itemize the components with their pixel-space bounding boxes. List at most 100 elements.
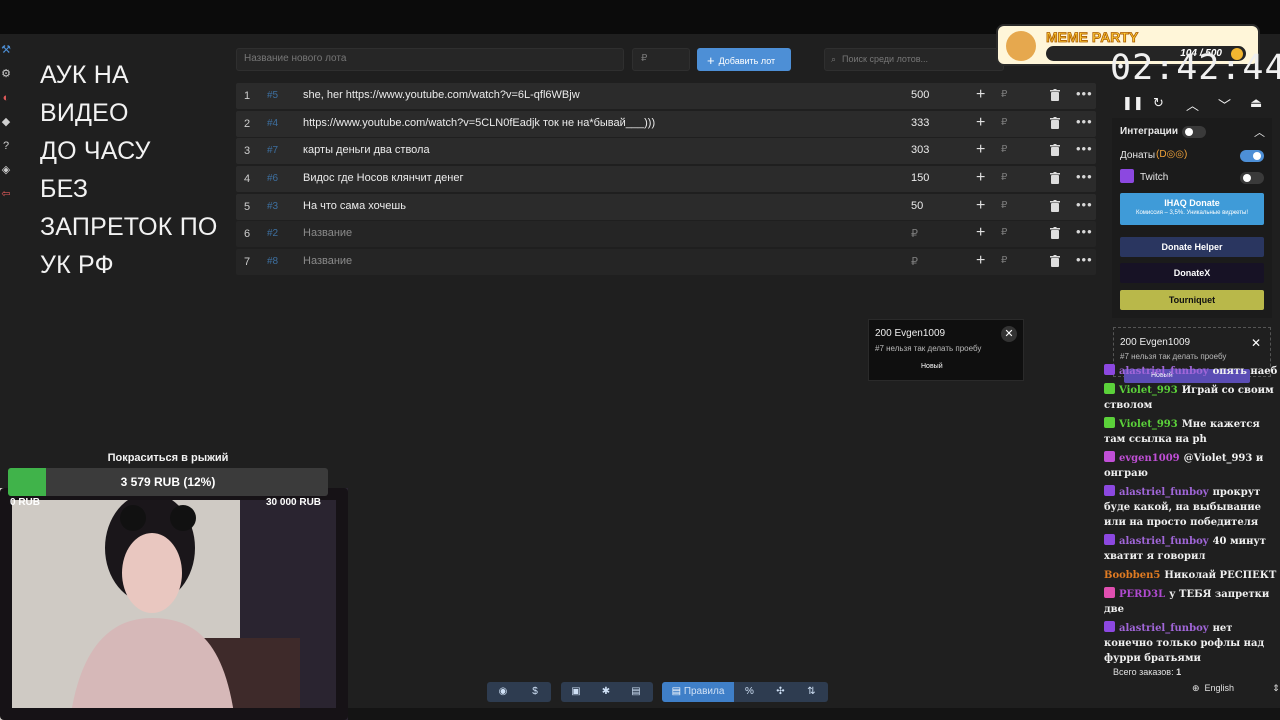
more-icon[interactable]: •••	[1076, 169, 1093, 184]
donations-toggle[interactable]	[1240, 150, 1264, 162]
lot-extra-amount[interactable]: ₽	[1001, 144, 1007, 155]
donation-lot-select[interactable]: Новый	[921, 363, 943, 370]
add-amount-icon[interactable]: +	[976, 141, 985, 159]
lot-name[interactable]: Видос где Носов клянчит денег	[303, 172, 463, 184]
exit-icon[interactable]: ⇦	[0, 188, 12, 200]
lot-amount[interactable]: 500	[911, 89, 929, 101]
lot-extra-amount[interactable]: ₽	[1001, 89, 1007, 100]
lot-name[interactable]: Название	[303, 227, 352, 239]
badge-icon	[1104, 587, 1115, 598]
delete-all-icon[interactable]: ▤	[621, 682, 651, 702]
reset-icon[interactable]: ↻	[1153, 95, 1164, 111]
lot-name[interactable]: карты деньги два ствола	[303, 144, 430, 156]
trash-icon[interactable]	[1050, 199, 1060, 212]
meme-party-title: MEME PARTY	[1046, 29, 1139, 46]
more-icon[interactable]: •••	[1076, 114, 1093, 129]
chat-message: Violet_993 Мне кажется там ссылка на ph	[1104, 417, 1280, 447]
auction-icon[interactable]: ⚒	[0, 44, 12, 56]
lot-extra-amount[interactable]: ₽	[1001, 227, 1007, 238]
add-amount-icon[interactable]: +	[976, 86, 985, 104]
add-lot-button[interactable]: + Добавить лот	[697, 48, 791, 71]
lot-amount[interactable]: 50	[911, 200, 923, 212]
donatex-button[interactable]: DonateX	[1120, 263, 1264, 283]
lot-amount[interactable]: ₽	[911, 255, 918, 268]
percent-button[interactable]: %	[734, 682, 765, 702]
more-icon[interactable]: •••	[1076, 252, 1093, 267]
chat-user: PERD3L	[1119, 589, 1166, 600]
add-amount-icon[interactable]: +	[976, 197, 985, 215]
lot-extra-amount[interactable]: ₽	[1001, 172, 1007, 183]
chat-user: alastriel_funboy	[1119, 487, 1209, 498]
language-select[interactable]: ⊕ English ⇕	[1192, 683, 1280, 694]
more-icon[interactable]: •••	[1076, 86, 1093, 101]
lot-extra-amount[interactable]: ₽	[1001, 200, 1007, 211]
chat-user: Violet_993	[1119, 419, 1178, 430]
lot-amount[interactable]: ₽	[911, 227, 918, 240]
double-up-icon[interactable]: ⏏	[1250, 95, 1262, 111]
close-icon[interactable]: ✕	[1001, 326, 1017, 342]
lot-extra-amount[interactable]: ₽	[1001, 255, 1007, 266]
shield-icon[interactable]: ◈	[0, 164, 12, 176]
globe-icon: ⊕	[1192, 683, 1200, 693]
chevron-up-icon[interactable]: ︿	[1186, 95, 1199, 114]
lot-amount-input[interactable]: ₽	[632, 48, 690, 71]
auction-title-line: ВИДЕО	[40, 99, 129, 127]
lot-amount[interactable]: 303	[911, 144, 929, 156]
goal-title: Покраситься в рыжий	[107, 452, 229, 464]
lot-amount[interactable]: 333	[911, 117, 929, 129]
chat-user: Boobben5	[1104, 570, 1161, 581]
lot-name[interactable]: she, her https://www.youtube.com/watch?v…	[303, 89, 580, 101]
lot-amount[interactable]: 150	[911, 172, 929, 184]
badge-icon	[1104, 417, 1115, 428]
badge-icon	[1104, 451, 1115, 462]
orders-label: Всего заказов:	[1113, 667, 1174, 677]
chat-user: alastriel_funboy	[1119, 536, 1209, 547]
more-icon[interactable]: •••	[1076, 224, 1093, 239]
lot-extra-amount[interactable]: ₽	[1001, 117, 1007, 128]
help-icon[interactable]: ?	[0, 140, 12, 152]
lot-name[interactable]: https://www.youtube.com/watch?v=5CLN0fEa…	[303, 117, 655, 129]
new-lot-input[interactable]: Название нового лота	[236, 48, 624, 71]
trash-icon[interactable]	[1050, 172, 1060, 185]
sort-icon[interactable]: ⇅	[796, 682, 827, 702]
integrations-toggle[interactable]	[1182, 126, 1206, 138]
layers-icon[interactable]: ◆	[0, 116, 12, 128]
collapse-icon[interactable]: ︿	[1254, 124, 1265, 140]
wheel-icon[interactable]: ◐	[0, 92, 12, 104]
donate-helper-button[interactable]: Donate Helper	[1120, 237, 1264, 257]
ihaq-donate-sub: Комиссия – 3,5%. Уникальные виджеты!	[1135, 210, 1249, 216]
lot-row: 2 #4 https://www.youtube.com/watch?v=5CL…	[236, 110, 1096, 137]
trash-icon[interactable]	[1050, 89, 1060, 101]
rules-button[interactable]: ▤ Правила	[662, 682, 734, 702]
trash-icon[interactable]	[1050, 144, 1060, 157]
rules-toolbar: ▤ Правила% ✣ ⇅	[662, 682, 828, 702]
settings-icon[interactable]: ⚙	[0, 68, 12, 80]
bug-icon[interactable]: ✱	[591, 682, 621, 702]
trash-icon[interactable]	[1050, 116, 1060, 129]
add-amount-icon[interactable]: +	[976, 252, 985, 270]
webcam-frame	[0, 488, 348, 720]
more-icon[interactable]: •••	[1076, 141, 1093, 156]
lot-name[interactable]: На что сама хочешь	[303, 200, 406, 212]
trash-icon[interactable]	[1050, 227, 1060, 240]
chat-message: alastriel_funboy нет конечно только рофлы…	[1104, 621, 1280, 666]
add-amount-icon[interactable]: +	[976, 169, 985, 187]
trash-icon[interactable]	[1050, 255, 1060, 268]
orders-total: Всего заказов: 1	[1113, 667, 1181, 677]
ihaq-donate-button[interactable]: IHAQ Donate Комиссия – 3,5%. Уникальные …	[1120, 193, 1264, 225]
twitch-toggle[interactable]	[1240, 172, 1264, 184]
tourniquet-button[interactable]: Tourniquet	[1120, 290, 1264, 310]
dollar-icon[interactable]: $	[519, 682, 551, 702]
add-amount-icon[interactable]: +	[976, 224, 985, 242]
pause-icon[interactable]: ❚❚	[1122, 95, 1144, 111]
split-icon[interactable]: ✣	[765, 682, 796, 702]
chat-message: alastriel_funboy 40 минут хватит я говори…	[1104, 534, 1280, 564]
lot-name[interactable]: Название	[303, 255, 352, 267]
save-icon[interactable]: ▣	[561, 682, 591, 702]
chevron-down-icon[interactable]: ﹀	[1218, 95, 1231, 114]
add-amount-icon[interactable]: +	[976, 114, 985, 132]
more-icon[interactable]: •••	[1076, 197, 1093, 212]
github-icon[interactable]: ◉	[487, 682, 519, 702]
close-icon[interactable]: ✕	[1251, 336, 1261, 350]
lot-search-input[interactable]: ⌕ Поиск среди лотов...	[824, 48, 1004, 71]
